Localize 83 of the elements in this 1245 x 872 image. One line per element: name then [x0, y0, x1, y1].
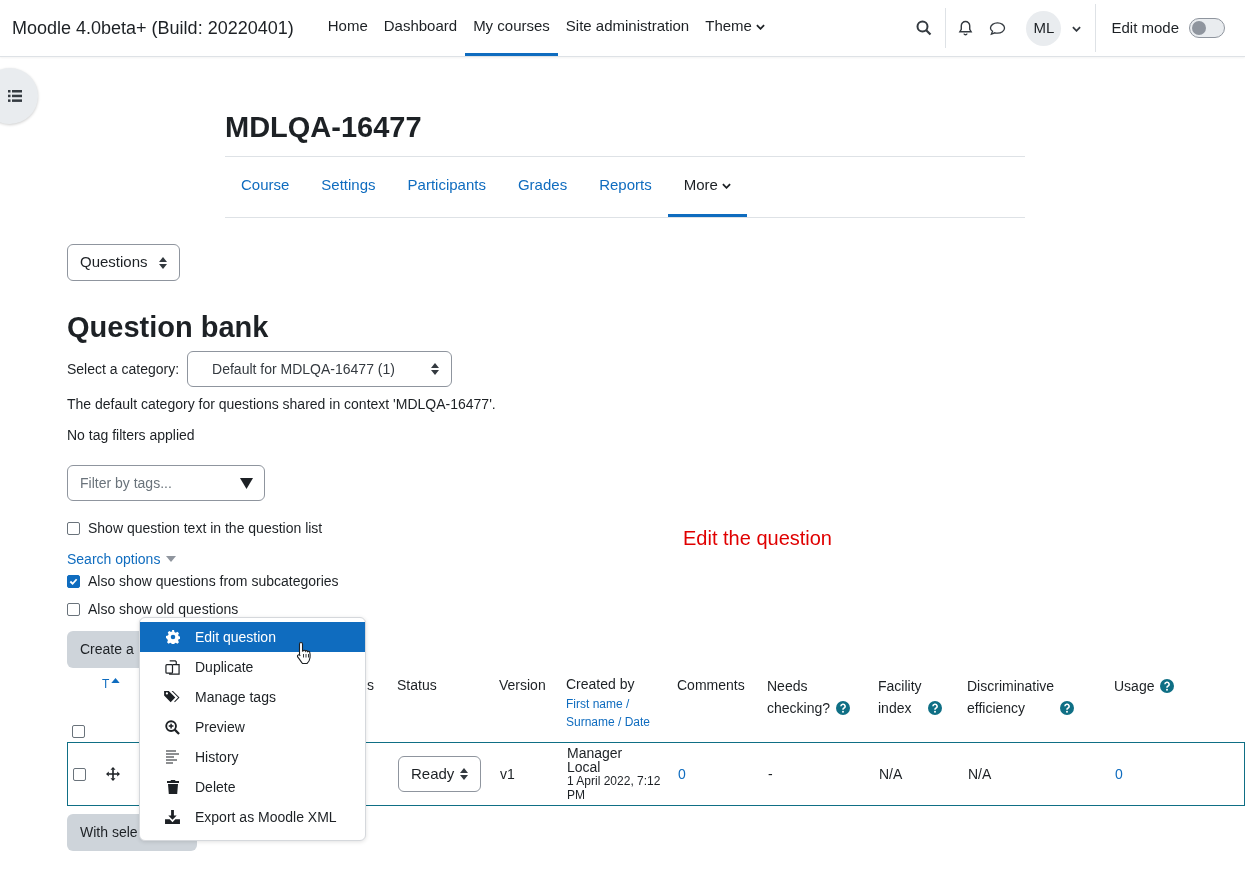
table-cell-text: - — [768, 764, 773, 784]
course-tab[interactable]: Reports — [583, 157, 668, 217]
checkbox-label: Show question text in the question list — [88, 518, 323, 538]
checkbox[interactable] — [67, 574, 80, 588]
nav-link[interactable]: Home — [319, 0, 376, 56]
menu-item[interactable]: Delete — [140, 772, 365, 802]
lines-icon — [166, 750, 179, 764]
tags-icon — [164, 690, 181, 704]
column-header: Status — [397, 677, 437, 693]
menu-item[interactable]: Edit question — [140, 622, 365, 652]
column-header: Needs checking? — [767, 677, 831, 718]
nav-link[interactable]: Site administration — [557, 0, 698, 56]
usage-link[interactable]: 0 — [1115, 763, 1123, 785]
search-options-link[interactable]: Search options — [67, 548, 1245, 570]
menu-item[interactable]: Preview — [140, 712, 365, 742]
move-icon[interactable] — [106, 767, 120, 781]
table-cell-text: N/A — [968, 764, 992, 784]
course-tab[interactable]: Participants — [391, 157, 502, 217]
sort-arrows-icon — [431, 363, 440, 375]
checkbox-label: Also show old questions — [88, 599, 239, 619]
nav-link[interactable]: Dashboard — [375, 0, 466, 56]
gear-icon — [165, 630, 180, 644]
sort-arrows-icon — [159, 256, 167, 269]
column-header: s — [367, 677, 374, 693]
course-tab[interactable]: Course — [225, 157, 306, 217]
duplicate-icon — [165, 659, 180, 675]
course-title: MDLQA-16477 — [225, 110, 423, 145]
column-header: Version — [499, 677, 546, 693]
chat-bubble-icon[interactable] — [989, 20, 1007, 36]
column-header: Usage — [1114, 677, 1155, 696]
course-tab[interactable]: Settings — [305, 157, 392, 217]
table-cell-text: N/A — [879, 764, 903, 784]
creator-name: Manager Local — [567, 746, 624, 774]
bell-icon[interactable] — [958, 20, 974, 36]
page-heading: Question bank — [67, 310, 270, 345]
trash-icon — [166, 780, 179, 794]
checkbox[interactable] — [67, 602, 80, 616]
list-icon — [8, 90, 22, 102]
page-select[interactable]: Questions — [67, 244, 180, 281]
course-tab[interactable]: More — [667, 157, 747, 217]
column-header: Facility index — [878, 677, 922, 718]
download-icon — [165, 810, 180, 824]
user-menu-chevron-icon — [1072, 25, 1082, 32]
tag-filter-status: No tag filters applied — [67, 426, 196, 445]
column-header: Created by — [566, 676, 635, 692]
created-date: 1 April 2022, 7:12 PM — [567, 774, 662, 802]
tag-filter-field[interactable]: Filter by tags... — [67, 465, 265, 501]
checkbox[interactable] — [72, 725, 85, 738]
sort-links[interactable]: First name / Surname / Date — [566, 695, 666, 731]
search-icon[interactable] — [916, 20, 933, 36]
status-select[interactable]: Ready — [398, 756, 481, 792]
zoom-in-icon — [165, 719, 180, 735]
dropdown-triangle-icon — [240, 478, 253, 489]
checkbox[interactable] — [67, 521, 80, 535]
site-name[interactable]: Moodle 4.0beta+ (Build: 20220401) — [12, 14, 294, 42]
category-description: The default category for questions shared in context 'MDLQA-16477'. — [67, 395, 497, 414]
annotation-text: Edit the question — [683, 526, 832, 551]
course-tab[interactable]: Grades — [501, 157, 584, 217]
column-header: Comments — [677, 677, 745, 693]
column-header: Discriminative efficiency — [967, 677, 1055, 718]
nav-link[interactable]: Theme — [697, 0, 773, 56]
user-avatar[interactable]: ML — [1026, 10, 1062, 46]
category-label: Select a category: — [67, 359, 180, 379]
category-select[interactable]: Default for MDLQA-16477 (1) — [187, 351, 453, 387]
menu-item[interactable]: History — [140, 742, 365, 772]
help-icon[interactable] — [836, 701, 851, 715]
comments-link[interactable]: 0 — [678, 763, 686, 785]
pointer-cursor-icon — [296, 641, 313, 665]
checkmark-icon — [69, 576, 78, 586]
help-icon[interactable] — [1160, 679, 1175, 693]
edit-mode-label: Edit mode — [1111, 17, 1179, 38]
sort-arrows-icon — [460, 768, 468, 780]
nav-link[interactable]: My courses — [465, 0, 558, 56]
sort-ascending-icon — [111, 678, 121, 683]
edit-mode-toggle[interactable] — [1189, 18, 1225, 38]
caret-down-icon — [166, 556, 177, 562]
checkbox-label: Also show questions from subcategories — [88, 571, 339, 591]
help-icon[interactable] — [927, 701, 942, 715]
table-cell-text: v1 — [500, 764, 515, 784]
menu-item[interactable]: Manage tags — [140, 682, 365, 712]
sort-link[interactable]: T — [102, 675, 110, 693]
help-icon[interactable] — [1060, 701, 1075, 715]
checkbox[interactable] — [73, 767, 86, 781]
